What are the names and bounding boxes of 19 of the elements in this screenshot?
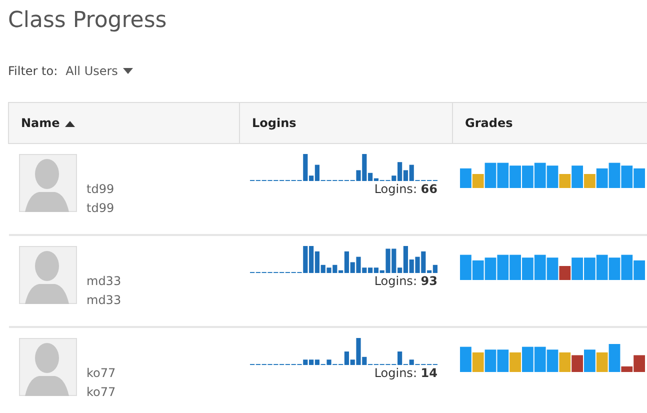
logins-count: Logins: 66	[374, 182, 438, 196]
user-id: td99	[86, 200, 114, 217]
page-title: Class Progress	[8, 7, 168, 35]
avatar-placeholder-icon	[18, 246, 76, 304]
avatar-placeholder-icon	[18, 338, 76, 396]
avatar-placeholder-icon	[18, 154, 76, 212]
caret-icon	[122, 68, 133, 74]
user-name: td99	[86, 181, 114, 198]
user-id: md33	[86, 292, 122, 309]
column-header[interactable]: Name	[21, 116, 75, 130]
user-id: ko77	[86, 384, 116, 401]
user-name: ko77	[86, 365, 116, 382]
column-header[interactable]: Grades	[465, 116, 513, 130]
filter-dropdown[interactable]: All Users	[66, 64, 133, 78]
column-header[interactable]: Logins	[252, 116, 296, 130]
filter-label: Filter to:	[8, 64, 58, 78]
logins-count: Logins: 14	[374, 366, 438, 380]
logins-count: Logins: 93	[374, 274, 438, 288]
user-name: md33	[86, 273, 122, 290]
